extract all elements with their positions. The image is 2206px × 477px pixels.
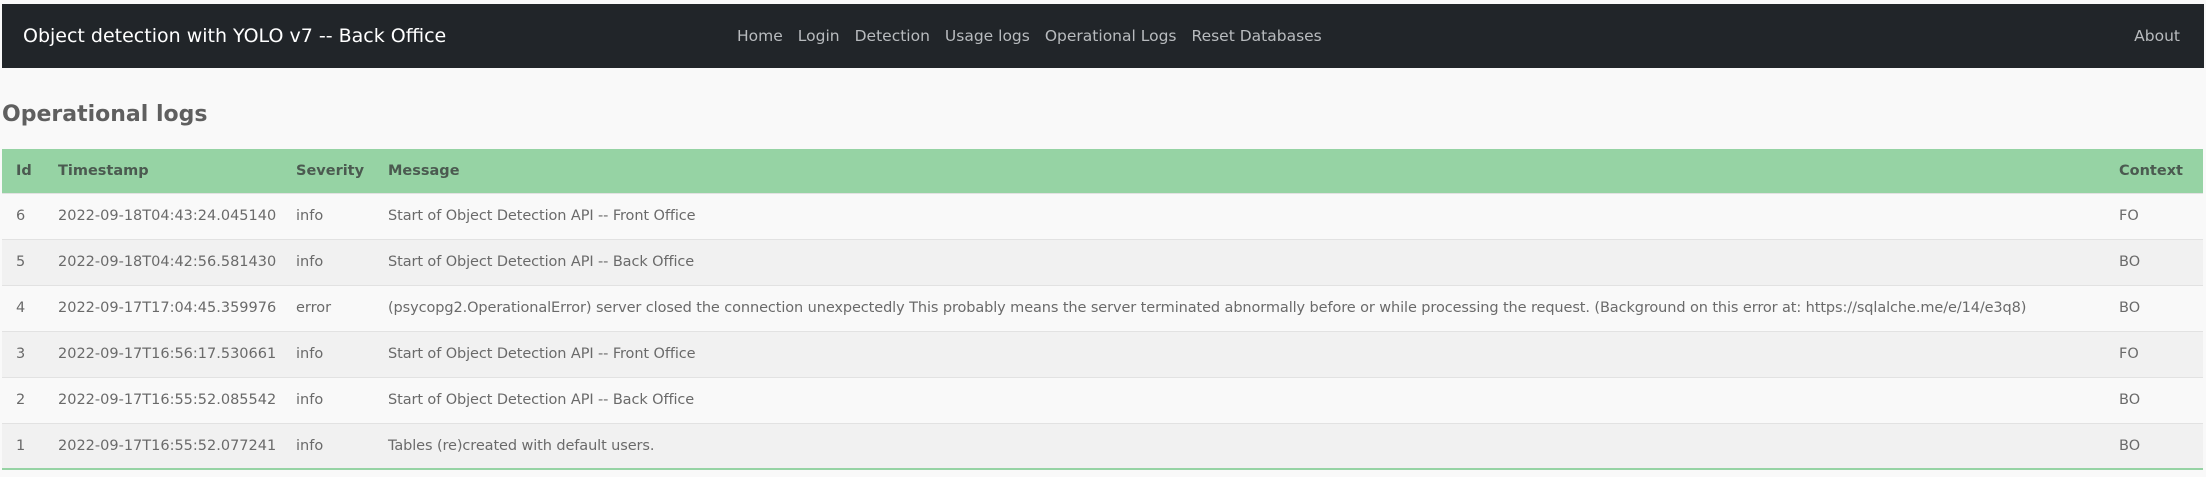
cell-context: FO bbox=[2119, 346, 2139, 362]
table-row: 5 2022-09-18T04:42:56.581430 info Start … bbox=[2, 239, 2203, 285]
cell-severity: info bbox=[296, 437, 324, 454]
brand-link[interactable]: Object detection with YOLO v7 -- Back Of… bbox=[23, 4, 446, 68]
cell-severity: info bbox=[296, 208, 324, 224]
cell-severity: info bbox=[296, 254, 324, 270]
cell-message: Start of Object Detection API -- Front O… bbox=[388, 208, 696, 224]
column-header-id: Id bbox=[16, 162, 32, 179]
column-header-severity: Severity bbox=[296, 162, 365, 179]
cell-timestamp: 2022-09-17T16:55:52.077241 bbox=[58, 437, 277, 454]
column-header-context: Context bbox=[2119, 162, 2183, 179]
cell-context: FO bbox=[2119, 208, 2139, 224]
cell-timestamp: 2022-09-18T04:43:24.045140 bbox=[58, 208, 277, 224]
cell-id: 4 bbox=[16, 300, 26, 316]
cell-timestamp: 2022-09-18T04:42:56.581430 bbox=[58, 254, 277, 270]
cell-id: 5 bbox=[16, 254, 26, 270]
table-header-row: Id Timestamp Severity Message Context bbox=[2, 149, 2203, 193]
cell-timestamp: 2022-09-17T16:55:52.085542 bbox=[58, 392, 277, 408]
cell-message: Start of Object Detection API -- Back Of… bbox=[388, 254, 695, 270]
operational-logs-table: Id Timestamp Severity Message Context 6 … bbox=[2, 149, 2203, 470]
cell-message: Tables (re)created with default users. bbox=[388, 437, 655, 454]
table-row: 6 2022-09-18T04:43:24.045140 info Start … bbox=[2, 193, 2203, 239]
column-header-message: Message bbox=[388, 162, 460, 179]
cell-timestamp: 2022-09-17T17:04:45.359976 bbox=[58, 300, 277, 316]
cell-timestamp: 2022-09-17T16:56:17.530661 bbox=[58, 346, 277, 362]
cell-severity: info bbox=[296, 392, 324, 408]
cell-context: BO bbox=[2119, 300, 2141, 316]
cell-severity: info bbox=[296, 346, 324, 362]
cell-id: 3 bbox=[16, 346, 26, 362]
top-navbar: Object detection with YOLO v7 -- Back Of… bbox=[2, 4, 2204, 68]
cell-context: BO bbox=[2119, 392, 2141, 408]
table-row: 3 2022-09-17T16:56:17.530661 info Start … bbox=[2, 331, 2203, 377]
nav-login-link[interactable]: Login bbox=[798, 27, 840, 45]
column-header-timestamp: Timestamp bbox=[58, 162, 149, 179]
table-row: 4 2022-09-17T17:04:45.359976 error (psyc… bbox=[2, 285, 2203, 331]
table-row: 2 2022-09-17T16:55:52.085542 info Start … bbox=[2, 377, 2203, 423]
nav-reset-databases-link[interactable]: Reset Databases bbox=[1192, 27, 1322, 45]
cell-id: 2 bbox=[16, 392, 26, 408]
nav-home-link[interactable]: Home bbox=[737, 27, 783, 45]
cell-context: BO bbox=[2119, 254, 2141, 270]
cell-message: (psycopg2.OperationalError) server close… bbox=[388, 300, 2027, 316]
nav-usage-logs-link[interactable]: Usage logs bbox=[945, 27, 1030, 45]
nav-detection-link[interactable]: Detection bbox=[855, 27, 930, 45]
cell-id: 1 bbox=[16, 437, 26, 454]
cell-severity: error bbox=[296, 300, 332, 316]
page-title: Operational logs bbox=[2, 102, 208, 127]
cell-message: Start of Object Detection API -- Front O… bbox=[388, 346, 696, 362]
cell-context: BO bbox=[2119, 437, 2141, 454]
table-row: 1 2022-09-17T16:55:52.077241 info Tables… bbox=[2, 423, 2203, 469]
nav-operational-logs-link[interactable]: Operational Logs bbox=[1045, 27, 1177, 45]
cell-message: Start of Object Detection API -- Back Of… bbox=[388, 392, 695, 408]
nav-about-link[interactable]: About bbox=[2134, 4, 2180, 68]
nav-links: Home Login Detection Usage logs Operatio… bbox=[737, 4, 1337, 68]
cell-id: 6 bbox=[16, 208, 26, 224]
